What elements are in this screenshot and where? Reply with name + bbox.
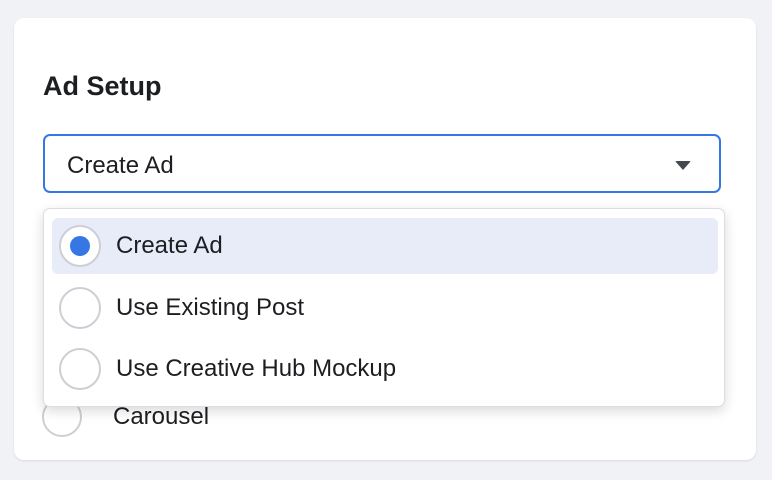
select-value: Create Ad: [67, 152, 174, 179]
ad-setup-select[interactable]: Create Ad: [43, 134, 721, 193]
section-title: Ad Setup: [43, 71, 162, 101]
radio-icon[interactable]: [59, 348, 101, 390]
ad-setup-dropdown-menu: Create Ad Use Existing Post Use Creative…: [43, 208, 725, 407]
menu-option-label: Use Creative Hub Mockup: [116, 355, 397, 382]
radio-icon[interactable]: [59, 287, 101, 329]
menu-option-label: Create Ad: [116, 232, 223, 259]
format-option-label: Carousel: [113, 403, 210, 430]
radio-dot-icon: [70, 236, 90, 256]
menu-option-label: Use Existing Post: [116, 294, 305, 321]
menu-option-use-creative-hub-mockup[interactable]: Use Creative Hub Mockup: [52, 341, 718, 397]
caret-down-icon: [675, 161, 691, 170]
radio-selected-icon[interactable]: [59, 225, 101, 267]
menu-option-create-ad[interactable]: Create Ad: [52, 218, 718, 274]
menu-option-use-existing-post[interactable]: Use Existing Post: [52, 280, 718, 336]
